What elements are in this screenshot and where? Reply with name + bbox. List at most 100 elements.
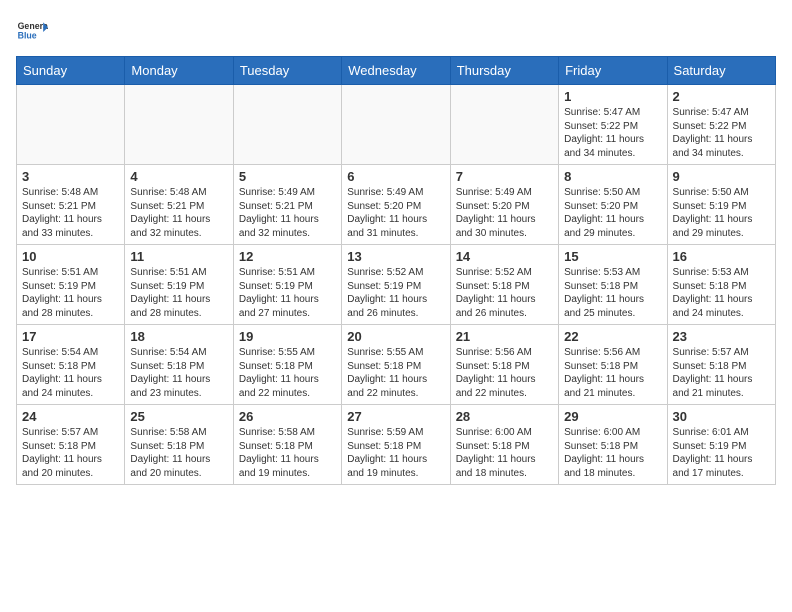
cell-info: Sunrise: 5:54 AMSunset: 5:18 PMDaylight:…	[22, 346, 119, 400]
cell-info: Sunrise: 5:57 AMSunset: 5:18 PMDaylight:…	[673, 346, 770, 400]
calendar-cell: 4Sunrise: 5:48 AMSunset: 5:21 PMDaylight…	[125, 165, 233, 245]
calendar-cell: 7 Sunrise: 5:49 AMSunset: 5:20 PMDaylight…	[450, 165, 558, 245]
cell-info: Sunrise: 5:59 AMSunset: 5:18 PMDaylight:…	[347, 426, 444, 480]
calendar-cell: 20Sunrise: 5:55 AMSunset: 5:18 PMDayligh…	[342, 325, 450, 405]
week-row-1: 1 Sunrise: 5:47 AMSunset: 5:22 PMDaylight…	[17, 85, 776, 165]
calendar-cell: 1 Sunrise: 5:47 AMSunset: 5:22 PMDaylight…	[559, 85, 667, 165]
svg-text:Blue: Blue	[18, 30, 37, 40]
cell-info: Sunrise: 6:00 AMSunset: 5:18 PMDaylight:…	[564, 426, 661, 480]
calendar-cell: 22 Sunrise: 5:56 AMSunset: 5:18 PMDayligh…	[559, 325, 667, 405]
cell-info: Sunrise: 5:51 AMSunset: 5:19 PMDaylight:…	[22, 266, 119, 320]
col-header-friday: Friday	[559, 57, 667, 85]
cell-info: Sunrise: 5:49 AMSunset: 5:21 PMDaylight:…	[239, 186, 336, 240]
col-header-sunday: Sunday	[17, 57, 125, 85]
day-number: 2	[673, 89, 770, 104]
cell-info: Sunrise: 5:56 AMSunset: 5:18 PMDaylight:…	[456, 346, 553, 400]
day-number: 9	[673, 169, 770, 184]
cell-info: Sunrise: 5:54 AMSunset: 5:18 PMDaylight:…	[130, 346, 227, 400]
cell-info: Sunrise: 5:58 AMSunset: 5:18 PMDaylight:…	[130, 426, 227, 480]
day-number: 15	[564, 249, 661, 264]
calendar-cell: 27Sunrise: 5:59 AMSunset: 5:18 PMDayligh…	[342, 405, 450, 485]
calendar-cell: 12 Sunrise: 5:51 AMSunset: 5:19 PMDayligh…	[233, 245, 341, 325]
cell-info: Sunrise: 5:51 AMSunset: 5:19 PMDaylight:…	[239, 266, 336, 320]
calendar-cell: 16 Sunrise: 5:53 AMSunset: 5:18 PMDayligh…	[667, 245, 775, 325]
calendar-cell	[233, 85, 341, 165]
cell-info: Sunrise: 5:57 AMSunset: 5:18 PMDaylight:…	[22, 426, 119, 480]
day-number: 10	[22, 249, 119, 264]
calendar-cell: 26 Sunrise: 5:58 AMSunset: 5:18 PMDayligh…	[233, 405, 341, 485]
day-number: 11	[130, 249, 227, 264]
calendar-cell: 15 Sunrise: 5:53 AMSunset: 5:18 PMDayligh…	[559, 245, 667, 325]
cell-info: Sunrise: 5:47 AMSunset: 5:22 PMDaylight:…	[564, 106, 661, 160]
cell-info: Sunrise: 5:50 AMSunset: 5:19 PMDaylight:…	[673, 186, 770, 240]
cell-info: Sunrise: 5:48 AMSunset: 5:21 PMDaylight:…	[22, 186, 119, 240]
calendar-cell	[450, 85, 558, 165]
calendar-cell: 3 Sunrise: 5:48 AMSunset: 5:21 PMDaylight…	[17, 165, 125, 245]
day-number: 24	[22, 409, 119, 424]
day-number: 12	[239, 249, 336, 264]
calendar-cell: 25 Sunrise: 5:58 AMSunset: 5:18 PMDayligh…	[125, 405, 233, 485]
calendar-cell: 13 Sunrise: 5:52 AMSunset: 5:19 PMDayligh…	[342, 245, 450, 325]
logo: General Blue	[16, 16, 48, 48]
calendar-header-row: SundayMondayTuesdayWednesdayThursdayFrid…	[17, 57, 776, 85]
cell-info: Sunrise: 5:49 AMSunset: 5:20 PMDaylight:…	[347, 186, 444, 240]
cell-info: Sunrise: 5:52 AMSunset: 5:19 PMDaylight:…	[347, 266, 444, 320]
calendar-cell: 14 Sunrise: 5:52 AMSunset: 5:18 PMDayligh…	[450, 245, 558, 325]
calendar-cell: 21 Sunrise: 5:56 AMSunset: 5:18 PMDayligh…	[450, 325, 558, 405]
day-number: 6	[347, 169, 444, 184]
cell-info: Sunrise: 6:00 AMSunset: 5:18 PMDaylight:…	[456, 426, 553, 480]
day-number: 3	[22, 169, 119, 184]
day-number: 13	[347, 249, 444, 264]
day-number: 14	[456, 249, 553, 264]
cell-info: Sunrise: 5:56 AMSunset: 5:18 PMDaylight:…	[564, 346, 661, 400]
calendar-cell: 8Sunrise: 5:50 AMSunset: 5:20 PMDaylight…	[559, 165, 667, 245]
cell-info: Sunrise: 6:01 AMSunset: 5:19 PMDaylight:…	[673, 426, 770, 480]
week-row-2: 3 Sunrise: 5:48 AMSunset: 5:21 PMDaylight…	[17, 165, 776, 245]
day-number: 22	[564, 329, 661, 344]
col-header-tuesday: Tuesday	[233, 57, 341, 85]
calendar-cell: 11Sunrise: 5:51 AMSunset: 5:19 PMDayligh…	[125, 245, 233, 325]
cell-info: Sunrise: 5:52 AMSunset: 5:18 PMDaylight:…	[456, 266, 553, 320]
day-number: 8	[564, 169, 661, 184]
cell-info: Sunrise: 5:48 AMSunset: 5:21 PMDaylight:…	[130, 186, 227, 240]
day-number: 20	[347, 329, 444, 344]
calendar-cell: 30 Sunrise: 6:01 AMSunset: 5:19 PMDayligh…	[667, 405, 775, 485]
day-number: 25	[130, 409, 227, 424]
calendar-cell: 5Sunrise: 5:49 AMSunset: 5:21 PMDaylight…	[233, 165, 341, 245]
calendar-cell: 28 Sunrise: 6:00 AMSunset: 5:18 PMDayligh…	[450, 405, 558, 485]
col-header-wednesday: Wednesday	[342, 57, 450, 85]
logo-icon: General Blue	[16, 16, 48, 48]
col-header-monday: Monday	[125, 57, 233, 85]
col-header-thursday: Thursday	[450, 57, 558, 85]
cell-info: Sunrise: 5:53 AMSunset: 5:18 PMDaylight:…	[564, 266, 661, 320]
cell-info: Sunrise: 5:49 AMSunset: 5:20 PMDaylight:…	[456, 186, 553, 240]
cell-info: Sunrise: 5:53 AMSunset: 5:18 PMDaylight:…	[673, 266, 770, 320]
day-number: 23	[673, 329, 770, 344]
calendar-cell: 17Sunrise: 5:54 AMSunset: 5:18 PMDayligh…	[17, 325, 125, 405]
calendar-cell: 9 Sunrise: 5:50 AMSunset: 5:19 PMDaylight…	[667, 165, 775, 245]
page-header: General Blue	[16, 16, 776, 48]
calendar-cell	[342, 85, 450, 165]
day-number: 16	[673, 249, 770, 264]
cell-info: Sunrise: 5:55 AMSunset: 5:18 PMDaylight:…	[239, 346, 336, 400]
day-number: 30	[673, 409, 770, 424]
day-number: 28	[456, 409, 553, 424]
calendar-cell	[125, 85, 233, 165]
cell-info: Sunrise: 5:47 AMSunset: 5:22 PMDaylight:…	[673, 106, 770, 160]
day-number: 21	[456, 329, 553, 344]
calendar-cell: 2 Sunrise: 5:47 AMSunset: 5:22 PMDaylight…	[667, 85, 775, 165]
day-number: 19	[239, 329, 336, 344]
calendar-cell: 19 Sunrise: 5:55 AMSunset: 5:18 PMDayligh…	[233, 325, 341, 405]
calendar-table: SundayMondayTuesdayWednesdayThursdayFrid…	[16, 56, 776, 485]
day-number: 26	[239, 409, 336, 424]
day-number: 1	[564, 89, 661, 104]
week-row-4: 17Sunrise: 5:54 AMSunset: 5:18 PMDayligh…	[17, 325, 776, 405]
cell-info: Sunrise: 5:58 AMSunset: 5:18 PMDaylight:…	[239, 426, 336, 480]
col-header-saturday: Saturday	[667, 57, 775, 85]
day-number: 18	[130, 329, 227, 344]
calendar-cell: 24 Sunrise: 5:57 AMSunset: 5:18 PMDayligh…	[17, 405, 125, 485]
calendar-cell: 18 Sunrise: 5:54 AMSunset: 5:18 PMDayligh…	[125, 325, 233, 405]
week-row-3: 10 Sunrise: 5:51 AMSunset: 5:19 PMDayligh…	[17, 245, 776, 325]
day-number: 7	[456, 169, 553, 184]
calendar-cell: 29Sunrise: 6:00 AMSunset: 5:18 PMDayligh…	[559, 405, 667, 485]
